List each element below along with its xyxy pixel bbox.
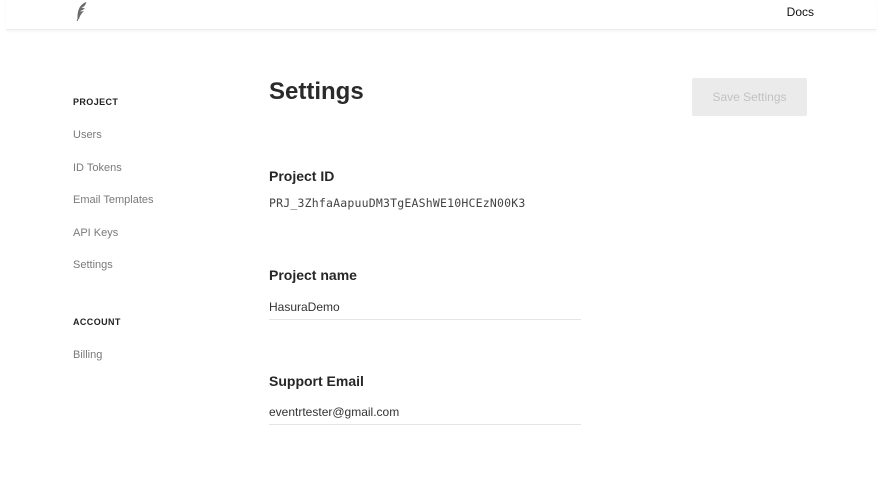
project-id-value: PRJ_3ZhfaAapuuDM3TgEAShWE10HCEzN00K3 [269, 196, 526, 210]
top-navbar: Docs [6, 0, 876, 30]
sidebar-item-api-keys[interactable]: API Keys [73, 227, 118, 239]
sidebar-item-email-templates[interactable]: Email Templates [73, 194, 154, 206]
project-name-label: Project name [269, 267, 357, 283]
sidebar-item-id-tokens[interactable]: ID Tokens [73, 162, 122, 174]
sidebar-section-project: PROJECT [73, 97, 119, 107]
sidebar-item-settings[interactable]: Settings [73, 259, 113, 271]
sidebar-item-billing[interactable]: Billing [73, 349, 102, 361]
support-email-label: Support Email [269, 373, 364, 389]
project-id-label: Project ID [269, 168, 335, 184]
docs-link[interactable]: Docs [787, 5, 814, 19]
project-name-input[interactable] [269, 298, 581, 320]
page-title: Settings [269, 78, 364, 105]
support-email-input[interactable] [269, 403, 581, 425]
sidebar-item-users[interactable]: Users [73, 129, 102, 141]
save-settings-button[interactable]: Save Settings [692, 78, 807, 116]
feather-icon[interactable] [74, 1, 90, 21]
sidebar-section-account: ACCOUNT [73, 317, 121, 327]
